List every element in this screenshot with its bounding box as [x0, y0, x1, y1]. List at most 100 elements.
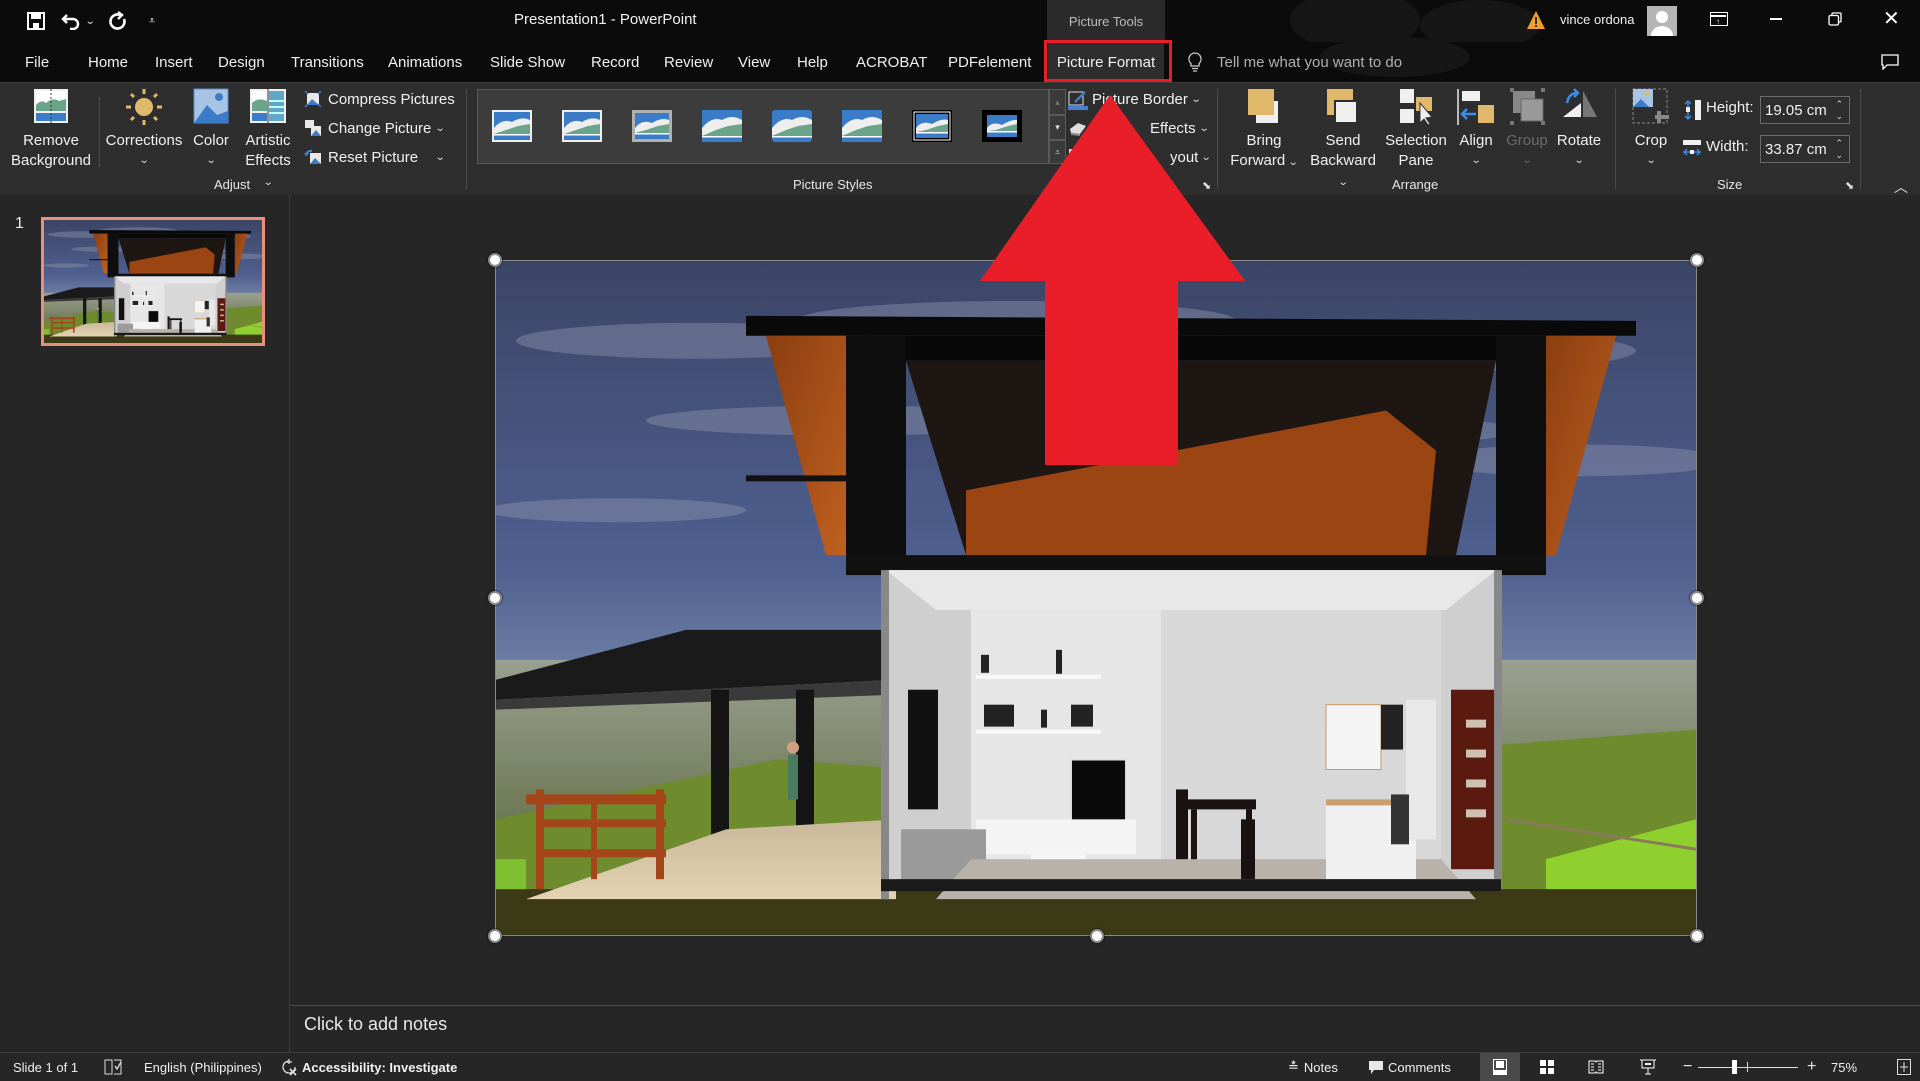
redo-button[interactable] — [107, 9, 129, 33]
restore-button[interactable] — [1828, 12, 1842, 26]
accessibility-checker[interactable]: Accessibility: Investigate — [280, 1053, 457, 1081]
picture-style-icon — [912, 110, 952, 142]
send-backward-button[interactable]: Send Backward ⌄ — [1304, 87, 1382, 193]
resize-handle-bottom-center[interactable] — [1090, 929, 1104, 943]
tab-transitions[interactable]: Transitions — [291, 42, 364, 82]
resize-handle-top-left[interactable] — [488, 253, 502, 267]
tab-acrobat[interactable]: ACROBAT — [856, 42, 927, 82]
slide-sorter-button[interactable] — [1540, 1053, 1554, 1081]
accessibility-label: Accessibility: Investigate — [302, 1059, 458, 1075]
tab-insert[interactable]: Insert — [155, 42, 193, 82]
minimize-button[interactable] — [1770, 18, 1782, 20]
align-button[interactable]: Align ⌄ — [1454, 87, 1498, 171]
send-backward-icon — [1323, 87, 1363, 127]
tab-review[interactable]: Review — [664, 42, 713, 82]
spin-down-icon: ⌄ — [1835, 111, 1843, 121]
undo-button[interactable] — [60, 9, 82, 33]
group-separator — [1615, 89, 1616, 189]
slide-thumbnail-pane: 1 — [0, 195, 290, 1052]
tell-me-search[interactable]: Tell me what you want to do — [1187, 42, 1402, 82]
picture-style-option[interactable] — [842, 110, 882, 142]
picture-style-icon — [562, 110, 602, 142]
crop-button[interactable]: Crop ⌄ — [1628, 87, 1674, 171]
normal-view-icon — [1493, 1059, 1507, 1075]
tab-pdfelement[interactable]: PDFelement — [948, 42, 1031, 82]
tab-record[interactable]: Record — [591, 42, 639, 82]
undo-dropdown[interactable]: ⌄ — [84, 9, 96, 33]
chevron-up-icon: ︿ — [1894, 179, 1908, 195]
slide-counter[interactable]: Slide 1 of 1 — [13, 1053, 78, 1081]
collapse-ribbon-button[interactable]: ︿ — [1894, 177, 1908, 197]
save-button[interactable] — [25, 9, 47, 33]
width-spinner[interactable]: ⌃ ⌄ — [1835, 137, 1843, 161]
tab-file[interactable]: File — [25, 42, 49, 82]
height-input[interactable]: 19.05 cm ⌃ ⌄ — [1760, 96, 1850, 124]
zoom-slider[interactable] — [1698, 1053, 1798, 1081]
zoom-in-button[interactable]: + — [1807, 1053, 1816, 1081]
reset-picture-label: Reset Picture — [328, 148, 419, 166]
picture-style-option[interactable] — [702, 110, 742, 142]
separator — [99, 97, 100, 167]
compress-pictures-button[interactable]: Compress Pictures — [304, 87, 455, 111]
chevron-down-icon: ⌄ — [1288, 157, 1300, 168]
picture-style-option[interactable] — [632, 110, 672, 142]
resize-handle-bottom-left[interactable] — [488, 929, 502, 943]
chevron-down-icon: ⌄ — [435, 122, 447, 134]
chevron-down-icon: ⌄ — [205, 155, 217, 166]
group-separator — [466, 89, 467, 189]
customize-qat-button[interactable]: ⩡ — [146, 9, 158, 33]
tab-design[interactable]: Design — [218, 42, 265, 82]
zoom-slider-thumb[interactable] — [1731, 1060, 1737, 1074]
height-spinner[interactable]: ⌃ ⌄ — [1835, 98, 1843, 122]
zoom-out-button[interactable]: − — [1683, 1053, 1692, 1081]
tab-home[interactable]: Home — [88, 42, 128, 82]
change-picture-button[interactable]: Change Picture ⌄ — [304, 116, 447, 140]
width-input[interactable]: 33.87 cm ⌃ ⌄ — [1760, 135, 1850, 163]
comments-toggle-button[interactable]: Comments — [1368, 1053, 1451, 1081]
notes-pane[interactable]: Click to add notes — [291, 1005, 1920, 1052]
selection-pane-button[interactable]: Selection Pane — [1385, 87, 1447, 171]
resize-handle-top-right[interactable] — [1690, 253, 1704, 267]
tab-animations[interactable]: Animations — [388, 42, 462, 82]
notes-toggle-button[interactable]: ≛ Notes — [1288, 1053, 1338, 1081]
zoom-level[interactable]: 75% — [1831, 1053, 1857, 1081]
picture-style-option[interactable] — [492, 110, 532, 142]
slide-thumbnail[interactable] — [41, 217, 265, 346]
spell-check-button[interactable] — [104, 1053, 122, 1081]
warning-icon[interactable] — [1526, 10, 1546, 30]
resize-handle-bottom-right[interactable] — [1690, 929, 1704, 943]
rotate-button[interactable]: Rotate ⌄ — [1555, 87, 1603, 171]
reset-picture-button[interactable]: Reset Picture ⌄ — [304, 145, 446, 169]
picture-style-option[interactable] — [562, 110, 602, 142]
picture-style-option[interactable] — [912, 110, 952, 142]
tab-slide-show[interactable]: Slide Show — [490, 42, 565, 82]
size-dialog-launcher[interactable]: ⬊ — [1845, 179, 1854, 192]
resize-handle-middle-right[interactable] — [1690, 591, 1704, 605]
close-button[interactable]: ✕ — [1883, 9, 1900, 29]
tab-view[interactable]: View — [738, 42, 770, 82]
corrections-label: Corrections — [105, 132, 183, 149]
language-indicator[interactable]: English (Philippines) — [144, 1053, 262, 1081]
user-avatar[interactable] — [1647, 6, 1677, 36]
context-group-picture-tools: Picture Tools — [1047, 0, 1165, 42]
corrections-button[interactable]: Corrections ⌄ — [106, 87, 182, 171]
tab-help[interactable]: Help — [797, 42, 828, 82]
picture-style-icon — [842, 110, 882, 142]
notes-icon: ≛ — [1288, 1059, 1299, 1074]
status-bar: Slide 1 of 1 English (Philippines) Acces… — [0, 1052, 1920, 1081]
picture-style-option[interactable] — [772, 110, 812, 142]
user-name[interactable]: vince ordona — [1560, 12, 1634, 27]
ribbon-display-options-button[interactable]: ↑ — [1710, 12, 1728, 26]
chevron-down-icon: ⌄ — [84, 15, 96, 27]
normal-view-button[interactable] — [1480, 1053, 1520, 1081]
fit-to-window-button[interactable] — [1897, 1053, 1911, 1081]
slide-show-button[interactable] — [1640, 1053, 1656, 1081]
reading-view-button[interactable] — [1588, 1053, 1604, 1081]
comments-toggle-label: Comments — [1388, 1059, 1451, 1075]
color-button[interactable]: Color ⌄ — [190, 87, 232, 171]
comments-button[interactable] — [1881, 54, 1899, 71]
arrow-up-icon — [980, 95, 1245, 465]
redo-icon — [109, 11, 126, 30]
resize-handle-middle-left[interactable] — [488, 591, 502, 605]
remove-background-button[interactable]: Remove Background — [10, 87, 92, 171]
